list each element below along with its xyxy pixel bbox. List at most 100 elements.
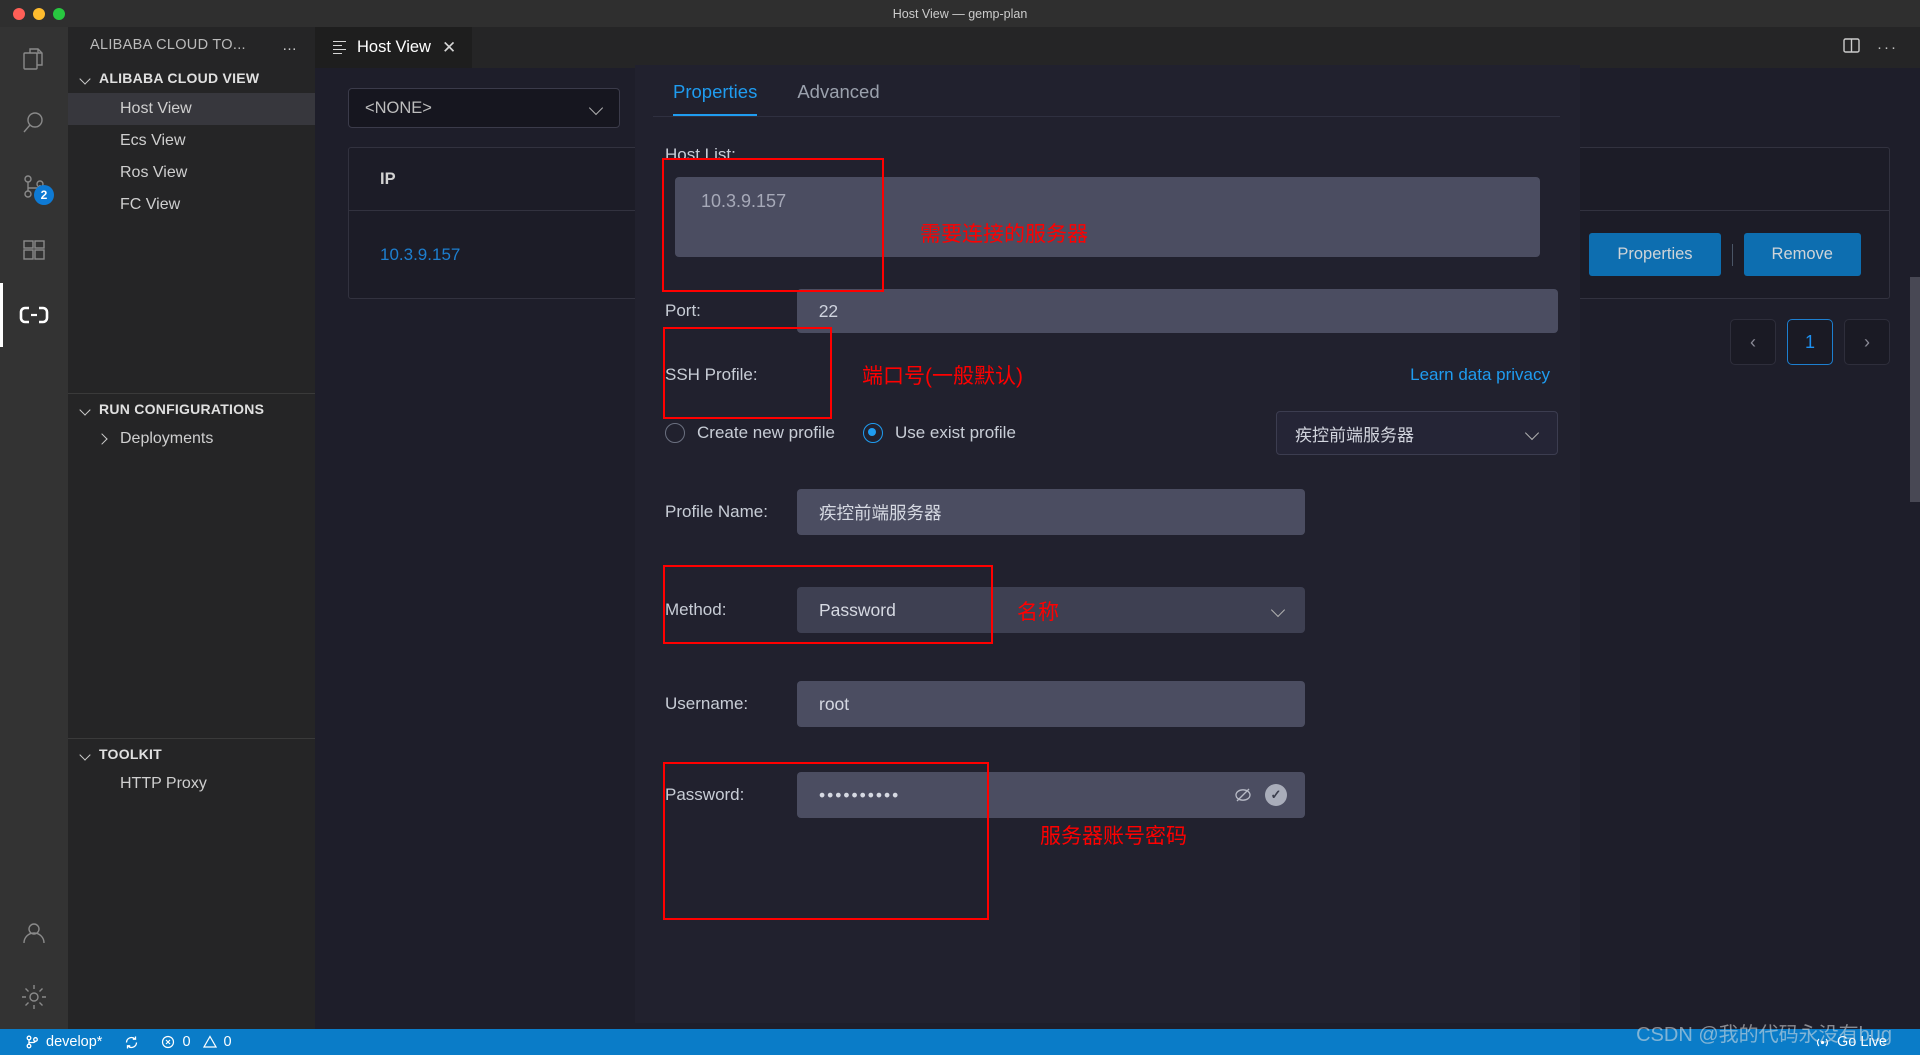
chevron-down-icon [1271,602,1287,618]
port-label: Port: [665,301,701,320]
status-go-live-label: Go Live [1837,1034,1887,1050]
sidebar-item-fc-view[interactable]: FC View [68,189,315,221]
status-problems[interactable]: 0 0 [150,1029,242,1055]
annotation-text-credentials: 服务器账号密码 [1040,825,1187,848]
remote-explorer-icon[interactable] [0,283,68,347]
host-list-value: 10.3.9.157 [701,191,787,211]
tab-label: Host View [357,38,431,56]
source-control-icon[interactable]: 2 [0,155,68,219]
port-value: 22 [818,300,839,321]
username-row: Username: root [657,681,1558,727]
sidebar-item-label: Host View [120,100,192,117]
sidebar-section-run-configurations[interactable]: RUN CONFIGURATIONS [68,393,315,423]
settings-gear-icon[interactable] [0,965,68,1029]
sidebar-item-host-view[interactable]: Host View [68,93,315,125]
editor-actions: ··· [1842,27,1920,68]
ssh-profile-label: SSH Profile: [665,365,758,384]
extensions-icon[interactable] [0,219,68,283]
profile-name-value: 疾控前端服务器 [819,502,942,523]
username-label: Username: [665,694,749,713]
eye-off-icon[interactable] [1233,785,1253,805]
radio-create-new-profile-label[interactable]: Create new profile [697,423,835,443]
profile-name-label: Profile Name: [665,502,768,521]
ssh-profile-row: SSH Profile: Learn data privacy [665,365,1550,385]
maximize-window-button[interactable] [53,7,65,20]
password-confirm-icon[interactable]: ✓ [1265,784,1287,806]
method-row: Method: Password [657,587,1558,633]
remove-button[interactable]: Remove [1743,233,1861,276]
tab-host-view[interactable]: Host View ✕ [315,27,473,68]
editor-more-icon[interactable]: ··· [1877,39,1898,56]
sidebar-item-label: HTTP Proxy [120,775,207,792]
status-error-count: 0 [182,1034,191,1050]
tab-advanced[interactable]: Advanced [777,65,899,117]
method-select-value: Password [819,599,896,620]
column-header-ip: IP [380,169,396,188]
port-row: Port: 22 [657,289,1558,333]
status-bar-right: Go Live [1804,1029,1920,1055]
sidebar-section-label: RUN CONFIGURATIONS [99,400,265,417]
radio-use-exist-profile-label[interactable]: Use exist profile [895,423,1016,443]
dialog-tabs: Properties Advanced [635,65,1580,117]
status-warning-count: 0 [223,1034,232,1050]
close-icon[interactable]: ✕ [442,39,456,56]
editor-scrollbar[interactable] [1910,277,1920,502]
source-control-badge: 2 [34,185,54,205]
status-branch[interactable]: develop* [14,1029,113,1055]
username-value: root [819,693,850,714]
annotation-text-profile-name: 名称 [1017,601,1059,624]
explorer-sidebar: ALIBABA CLOUD TO... … ALIBABA CLOUD VIEW… [68,27,315,1029]
pagination-next-button[interactable]: › [1844,319,1890,365]
sidebar-item-deployments[interactable]: Deployments [68,423,315,455]
accounts-icon[interactable] [0,901,68,965]
split-editor-icon[interactable] [1842,36,1861,60]
pagination-prev-button[interactable]: ‹ [1730,319,1776,365]
pagination-page-1[interactable]: 1 [1787,319,1833,365]
profile-mode-row: Create new profile Use exist profile 疾控前… [665,411,1558,455]
window-controls[interactable] [0,7,65,20]
radio-create-new-profile[interactable] [665,423,685,443]
sidebar-item-label: Deployments [120,430,214,447]
port-input[interactable]: 22 [796,289,1558,333]
sidebar-item-http-proxy[interactable]: HTTP Proxy [68,768,315,800]
username-input[interactable]: root [797,681,1305,727]
sidebar-item-ecs-view[interactable]: Ecs View [68,125,315,157]
host-list-input[interactable]: 10.3.9.157 [675,177,1540,257]
sidebar-section-label: ALIBABA CLOUD VIEW [99,70,260,86]
activity-bar: 2 [0,27,68,1029]
profile-name-input[interactable]: 疾控前端服务器 [797,489,1305,535]
profile-name-row: Profile Name: 疾控前端服务器 [657,489,1558,535]
status-go-live[interactable]: Go Live [1804,1029,1898,1055]
close-window-button[interactable] [13,7,25,20]
password-input[interactable]: •••••••••• ✓ [797,772,1305,818]
properties-button[interactable]: Properties [1589,233,1721,276]
sidebar-title: ALIBABA CLOUD TO... [90,37,246,53]
region-select[interactable]: <NONE> [348,88,620,128]
cell-ip[interactable]: 10.3.9.157 [380,245,460,265]
profile-select[interactable]: 疾控前端服务器 [1276,411,1558,455]
chevron-down-icon [78,71,92,85]
tab-properties[interactable]: Properties [653,65,777,117]
annotation-text-port: 端口号(一般默认) [862,365,1023,388]
minimize-window-button[interactable] [33,7,45,20]
sidebar-header: ALIBABA CLOUD TO... … [68,27,315,63]
app-window: Host View — gemp-plan 2 ALIBABA CLOUD TO… [0,0,1920,1055]
host-properties-dialog: Properties Advanced Host List: 10.3.9.15… [635,65,1580,1023]
search-icon[interactable] [0,91,68,155]
sidebar-more-icon[interactable]: … [282,37,299,54]
activity-bar-bottom [0,901,68,1029]
password-value: •••••••••• [819,784,901,805]
region-select-value: <NONE> [365,98,432,117]
radio-use-exist-profile[interactable] [862,423,883,443]
chevron-down-icon [1525,425,1541,441]
sidebar-item-ros-view[interactable]: Ros View [68,157,315,189]
status-sync-icon[interactable] [113,1029,150,1055]
explorer-icon[interactable] [0,27,68,91]
chevron-down-icon [589,100,605,116]
learn-data-privacy-link[interactable]: Learn data privacy [1410,365,1550,385]
sidebar-section-toolkit[interactable]: TOOLKIT [68,738,315,768]
sidebar-section-alibaba-cloud-view[interactable]: ALIBABA CLOUD VIEW [68,63,315,93]
method-label: Method: [665,600,727,619]
title-bar: Host View — gemp-plan [0,0,1920,27]
row-actions: Properties Remove [1589,233,1861,276]
